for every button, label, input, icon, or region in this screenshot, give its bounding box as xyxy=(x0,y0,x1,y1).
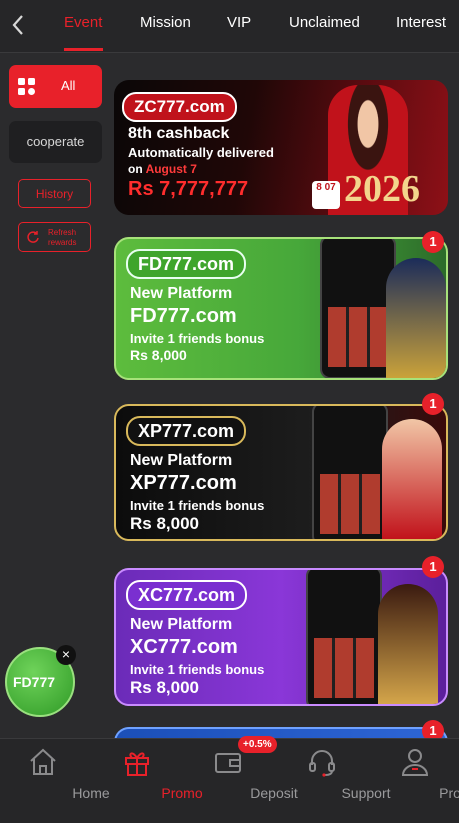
promo-banner-xp777[interactable]: XP777.com New Platform XP777.com Invite … xyxy=(114,404,448,541)
back-arrow-icon[interactable] xyxy=(8,12,28,38)
banner-subtitle: Automatically delivered xyxy=(128,145,274,160)
nav-profile-label: Profile xyxy=(414,785,459,801)
banner-invite-text: Invite 1 friends bonus xyxy=(130,498,264,513)
history-label: History xyxy=(19,187,90,201)
tab-unclaimed[interactable]: Unclaimed xyxy=(289,14,360,31)
filter-cooperate-label: cooperate xyxy=(9,134,102,149)
close-icon[interactable]: × xyxy=(56,645,76,665)
banner-title: 8th cashback xyxy=(128,125,229,143)
banner-invite-text: Invite 1 friends bonus xyxy=(130,662,264,677)
new-badge: 1 xyxy=(422,393,444,415)
banner-platform-label: New Platform xyxy=(130,452,232,470)
nav-profile[interactable]: Profile xyxy=(368,739,459,823)
refresh-rewards-label: Refresh rewards xyxy=(48,228,88,248)
filter-all-button[interactable]: All xyxy=(9,65,102,108)
home-icon xyxy=(28,747,58,777)
banner-phone-image xyxy=(320,237,396,379)
headset-icon xyxy=(307,747,337,777)
nav-support[interactable]: Support xyxy=(275,739,366,823)
promo-banner-zc777[interactable]: ZC777.com 8th cashback Automatically del… xyxy=(114,80,448,215)
banner-date: August 7 xyxy=(146,162,197,176)
calendar-icon: 8 07 xyxy=(312,181,340,209)
refresh-icon xyxy=(26,230,40,244)
banner-date-prefix: on xyxy=(128,162,146,176)
nav-home[interactable]: Home xyxy=(0,739,91,823)
banner-logo: ZC777.com xyxy=(122,92,237,122)
banner-bonus: Rs 8,000 xyxy=(130,347,187,363)
banner-amount: Rs 7,777,777 xyxy=(128,178,248,201)
top-tab-bar: Event Mission VIP Unclaimed Interest xyxy=(0,0,459,53)
deposit-bonus-badge: +0.5% xyxy=(238,736,277,753)
grid-icon xyxy=(17,77,37,97)
tab-vip[interactable]: VIP xyxy=(227,14,251,31)
banner-brand: XC777.com xyxy=(130,636,238,659)
new-badge: 1 xyxy=(422,231,444,253)
tab-mission[interactable]: Mission xyxy=(140,14,191,31)
banner-character-image xyxy=(386,258,446,378)
active-tab-indicator xyxy=(64,48,103,51)
floating-logo-text: FD777 xyxy=(13,674,55,690)
person-icon xyxy=(400,747,430,777)
nav-promo[interactable]: Promo xyxy=(91,739,182,823)
banner-bonus: Rs 8,000 xyxy=(130,678,199,698)
banner-logo: XP777.com xyxy=(126,416,246,446)
banner-brand: FD777.com xyxy=(130,305,237,328)
promo-banner-fd777[interactable]: FD777.com New Platform FD777.com Invite … xyxy=(114,237,448,380)
banner-logo: XC777.com xyxy=(126,580,247,610)
bottom-navigation: Home Promo Deposit Support Profile xyxy=(0,738,459,823)
banner-phone-image xyxy=(312,404,388,541)
banner-year: 2026 xyxy=(344,167,420,211)
banner-date-line: on August 7 xyxy=(128,162,197,176)
banner-bonus: Rs 8,000 xyxy=(130,514,199,534)
banner-platform-label: New Platform xyxy=(130,616,232,634)
promo-banner-xc777[interactable]: XC777.com New Platform XC777.com Invite … xyxy=(114,568,448,706)
refresh-rewards-button[interactable]: Refresh rewards xyxy=(18,222,91,252)
gift-icon xyxy=(122,747,152,777)
wallet-icon xyxy=(213,747,243,777)
banner-invite-text: Invite 1 friends bonus xyxy=(130,331,264,346)
banner-logo: FD777.com xyxy=(126,249,246,279)
banner-platform-label: New Platform xyxy=(130,285,232,303)
filter-all-label: All xyxy=(61,78,75,93)
tab-interest[interactable]: Interest xyxy=(396,14,446,31)
new-badge: 1 xyxy=(422,556,444,578)
banner-phone-image xyxy=(306,568,382,706)
history-button[interactable]: History xyxy=(18,179,91,208)
banner-brand: XP777.com xyxy=(130,472,237,495)
banner-character-image xyxy=(378,584,438,704)
tab-event[interactable]: Event xyxy=(64,14,102,31)
filter-cooperate-button[interactable]: cooperate xyxy=(9,121,102,163)
banner-character-image xyxy=(382,419,442,539)
